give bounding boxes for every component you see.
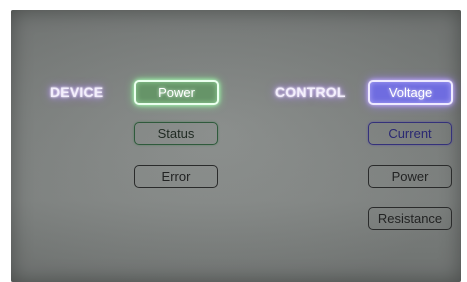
control-panel: DEVICE Power Status Error CONTROL Voltag…	[11, 10, 461, 282]
control-power-button[interactable]: Power	[368, 165, 452, 188]
device-group-label: DEVICE	[50, 84, 104, 100]
device-power-button[interactable]: Power	[134, 80, 219, 105]
control-current-button[interactable]: Current	[368, 122, 452, 145]
device-error-button[interactable]: Error	[134, 165, 218, 188]
control-resistance-button[interactable]: Resistance	[368, 207, 452, 230]
control-voltage-button[interactable]: Voltage	[368, 80, 453, 105]
device-status-button[interactable]: Status	[134, 122, 218, 145]
control-group-label: CONTROL	[275, 84, 346, 100]
